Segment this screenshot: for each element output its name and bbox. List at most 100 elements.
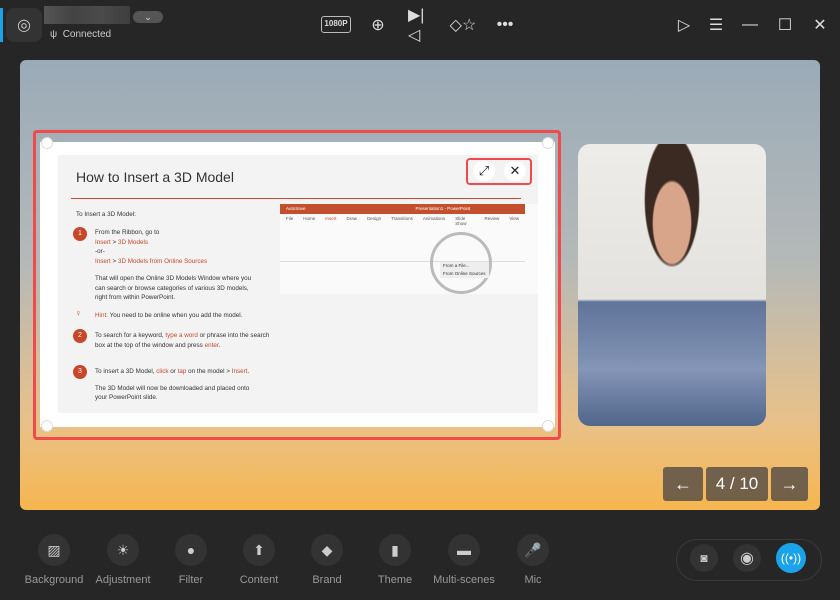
ppt-tabs: File Home Insert Draw Design Transitions Anima… xyxy=(280,214,525,226)
menu-item: From Online Sources xyxy=(443,271,486,276)
toolbar-filter[interactable]: ● Filter xyxy=(157,534,225,586)
webcam-device-button[interactable]: ◎ xyxy=(6,8,42,42)
ppt-tab: Design xyxy=(367,216,382,221)
resolution-button[interactable]: 1080P xyxy=(321,16,351,33)
prev-page-button[interactable]: ← xyxy=(663,467,703,501)
t: on the model > xyxy=(186,368,232,375)
device-dropdown-button[interactable]: ⌄ xyxy=(133,11,163,23)
tool-label: Multi-scenes xyxy=(433,574,495,586)
resize-handle[interactable] xyxy=(41,420,53,432)
maximize-icon[interactable]: ☐ xyxy=(773,14,797,36)
t: To insert a 3D Model, xyxy=(95,368,157,375)
lightbulb-icon: ♀ xyxy=(75,308,82,318)
resize-handle[interactable] xyxy=(542,420,554,432)
step-2: To search for a keyword, type a word or … xyxy=(95,332,270,349)
t: type a word xyxy=(165,332,198,339)
menu-icon[interactable]: ☰ xyxy=(704,14,728,36)
path: Insert xyxy=(95,238,111,246)
step-text: From the Ribbon, go to xyxy=(95,229,160,236)
ppt-tab: Draw xyxy=(346,216,358,221)
toolbar-background[interactable]: ▨ Background xyxy=(20,534,88,586)
ppt-tab: Animations xyxy=(422,216,446,221)
upload-icon: ⬆ xyxy=(243,534,275,566)
t: click xyxy=(156,368,169,375)
snapshot-icon[interactable]: ◙ xyxy=(690,544,718,572)
path: Insert xyxy=(95,257,111,265)
intro-text: To Insert a 3D Model: xyxy=(76,211,136,218)
hint-text: You need to be online when you add the m… xyxy=(107,312,243,319)
ppt-menu: From a File... From Online Sources xyxy=(440,262,489,278)
camera-feed xyxy=(578,144,766,426)
ppt-title: Presentation1 - PowerPoint xyxy=(415,206,471,211)
tool-label: Adjustment xyxy=(95,574,151,586)
sun-icon: ☀ xyxy=(107,534,139,566)
step-number: 1 xyxy=(73,227,87,241)
path: > xyxy=(110,238,118,246)
mic-icon: 🎤 xyxy=(517,534,549,566)
tool-label: Theme xyxy=(377,574,413,586)
ppt-tab: File xyxy=(286,216,294,221)
device-name-redacted xyxy=(44,6,130,24)
toolbar-brand[interactable]: ◆ Brand xyxy=(293,534,361,586)
page-indicator: 4 / 10 xyxy=(706,467,768,501)
hint-label: Hint: xyxy=(95,312,108,319)
ppt-tab: Slide Show xyxy=(455,216,467,226)
slide-title: How to Insert a 3D Model xyxy=(76,169,234,185)
active-indicator xyxy=(0,8,3,42)
t: To search for a keyword, xyxy=(95,332,166,339)
toolbar-content[interactable]: ⬆ Content xyxy=(225,534,293,586)
filter-icon: ● xyxy=(175,534,207,566)
path: 3D Models from Online Sources xyxy=(117,257,208,265)
tool-label: Mic xyxy=(524,574,542,586)
path: 3D Models xyxy=(117,238,149,246)
t: enter xyxy=(204,341,219,349)
tag-icon: ◆ xyxy=(311,534,343,566)
image-icon: ▨ xyxy=(38,534,70,566)
step-1: From the Ribbon, go to Insert > 3D Model… xyxy=(95,228,265,303)
autosave: AutoSave xyxy=(286,206,306,211)
ppt-tab: Home xyxy=(303,216,316,221)
slide: How to Insert a 3D Model To Insert a 3D … xyxy=(58,155,538,413)
tool-label: Brand xyxy=(312,574,342,586)
toolbar-mic[interactable]: 🎤 Mic xyxy=(499,534,567,586)
ppt-titlebar: AutoSave Presentation1 - PowerPoint xyxy=(280,204,525,214)
live-stream-icon[interactable]: ((•)) xyxy=(776,543,806,573)
path: > xyxy=(110,257,118,265)
close-content-icon[interactable]: ✕ xyxy=(504,161,526,181)
usb-icon: ψ xyxy=(50,29,58,40)
more-icon[interactable]: ••• xyxy=(493,14,517,36)
tool-label: Filter xyxy=(178,574,204,586)
step-number: 3 xyxy=(73,365,87,379)
chevron-down-icon: ⌄ xyxy=(144,12,152,22)
ppt-tab: Review xyxy=(484,216,500,221)
tool-label: Content xyxy=(239,574,279,586)
ppt-tab: View xyxy=(509,216,519,221)
powerpoint-screenshot: AutoSave Presentation1 - PowerPoint File H… xyxy=(280,204,538,294)
menu-item: From a File... xyxy=(443,263,470,268)
mirror-icon[interactable]: ▶|◁ xyxy=(408,7,432,44)
minimize-icon[interactable]: — xyxy=(738,14,762,36)
presentation-icon[interactable]: ▷ xyxy=(672,14,696,36)
or-text: -or- xyxy=(95,248,105,255)
tool-label: Background xyxy=(24,574,84,586)
step-desc: That will open the Online 3D Models Wind… xyxy=(95,275,252,301)
resize-handle[interactable] xyxy=(41,137,53,149)
webcam-icon: ◎ xyxy=(17,17,31,34)
effects-icon[interactable]: ◇☆ xyxy=(450,14,477,36)
next-page-button[interactable]: → xyxy=(771,467,808,501)
hint: Hint: You need to be online when you add… xyxy=(95,311,242,321)
zoom-in-icon[interactable]: ⊕ xyxy=(366,14,390,36)
expand-icon[interactable]: ⤢ xyxy=(473,161,495,181)
step-desc: The 3D Model will now be downloaded and … xyxy=(95,384,250,402)
toolbar-theme[interactable]: ▮ Theme xyxy=(361,534,429,586)
toolbar-adjustment[interactable]: ☀ Adjustment xyxy=(89,534,157,586)
toolbar-multi-scenes[interactable]: ▬ Multi-scenes xyxy=(430,534,498,586)
t: Insert xyxy=(231,368,248,375)
step-number: 2 xyxy=(73,329,87,343)
ppt-tab: Insert xyxy=(325,216,337,221)
step-3: To insert a 3D Model, click or tap on th… xyxy=(95,367,270,403)
close-icon[interactable]: ✕ xyxy=(808,14,832,36)
record-icon[interactable]: ◉ xyxy=(733,544,761,572)
resize-handle[interactable] xyxy=(542,137,554,149)
connection-status: ψ Connected xyxy=(50,29,112,40)
